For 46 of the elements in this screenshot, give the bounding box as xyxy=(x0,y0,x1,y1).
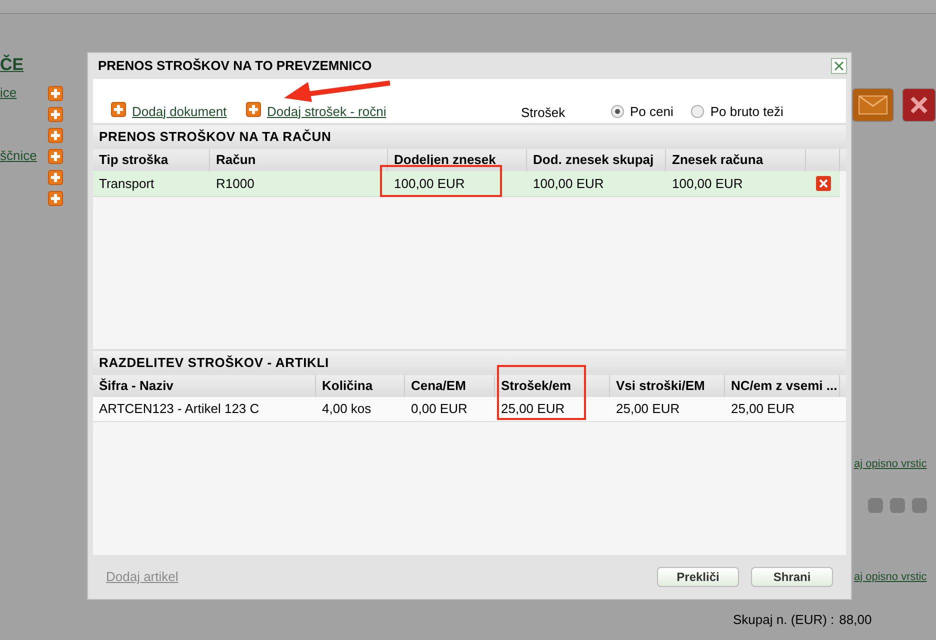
table-cell-text: R1000 xyxy=(216,174,254,193)
section-header: RAZDELITEV STROŠKOV - ARTIKLI xyxy=(93,351,846,375)
plus-icon[interactable] xyxy=(111,102,126,117)
dialog-title: PRENOS STROŠKOV NA TO PREVZEMNICO xyxy=(98,57,372,76)
radio-label: Po ceni xyxy=(630,102,674,120)
close-icon xyxy=(909,95,929,115)
close-icon xyxy=(834,61,844,71)
radio-label: Po bruto teži xyxy=(710,102,784,120)
table-cell-text: 4,00 kos xyxy=(322,400,372,418)
sidebar-link[interactable]: ščnice xyxy=(0,146,37,166)
table-cell-text: ARTCEN123 - Artikel 123 C xyxy=(99,400,260,418)
table-cell-text: Transport xyxy=(99,174,154,193)
table-cell-text: 25,00 EUR xyxy=(731,400,795,418)
close-button[interactable] xyxy=(831,58,847,74)
section-header: PRENOS STROŠKOV NA TA RAČUN xyxy=(93,125,846,149)
mail-button[interactable] xyxy=(852,88,894,122)
radio-button[interactable] xyxy=(611,104,624,118)
page-heading[interactable]: ČE xyxy=(0,52,66,78)
table-cell-text: 0,00 EUR xyxy=(411,400,468,418)
plus-icon[interactable] xyxy=(246,102,261,117)
delete-button[interactable] xyxy=(902,88,936,122)
add-link[interactable]: Dodaj strošek - ročni xyxy=(267,102,386,121)
plus-icon[interactable] xyxy=(48,86,63,100)
plus-icon[interactable] xyxy=(48,148,63,164)
plus-icon[interactable] xyxy=(48,170,63,184)
plus-icon[interactable] xyxy=(48,128,63,142)
table-cell-text: 25,00 EUR xyxy=(616,400,680,418)
total-label: Skupaj n. (EUR) : xyxy=(733,611,834,629)
distribution-label: Strošek xyxy=(521,104,566,122)
plus-icon[interactable] xyxy=(48,106,63,122)
add-description-link[interactable]: aj opisno vrstic xyxy=(854,456,927,472)
envelope-icon xyxy=(858,95,888,115)
table-cell-text: 100,00 EUR xyxy=(394,174,465,193)
add-description-link[interactable]: aj opisno vrstic xyxy=(854,568,927,585)
dialog-button[interactable]: Shrani xyxy=(751,567,833,587)
radio-button[interactable] xyxy=(691,104,704,118)
dialog-button[interactable]: Prekliči xyxy=(657,567,739,587)
table-cell-text: 100,00 EUR xyxy=(672,174,743,193)
plus-icon[interactable] xyxy=(48,190,63,206)
table-row[interactable]: Transport R1000 100,00 EUR 100,00 EUR 100,00 EUR xyxy=(93,171,840,197)
table-cell-text: 100,00 EUR xyxy=(533,174,604,193)
total-value: 88,00 xyxy=(839,611,872,629)
add-link[interactable]: Dodaj dokument xyxy=(132,102,227,121)
delete-icon[interactable] xyxy=(816,176,830,191)
sidebar-link[interactable]: ice xyxy=(0,83,17,103)
table-cell-text: 25,00 EUR xyxy=(501,400,565,418)
